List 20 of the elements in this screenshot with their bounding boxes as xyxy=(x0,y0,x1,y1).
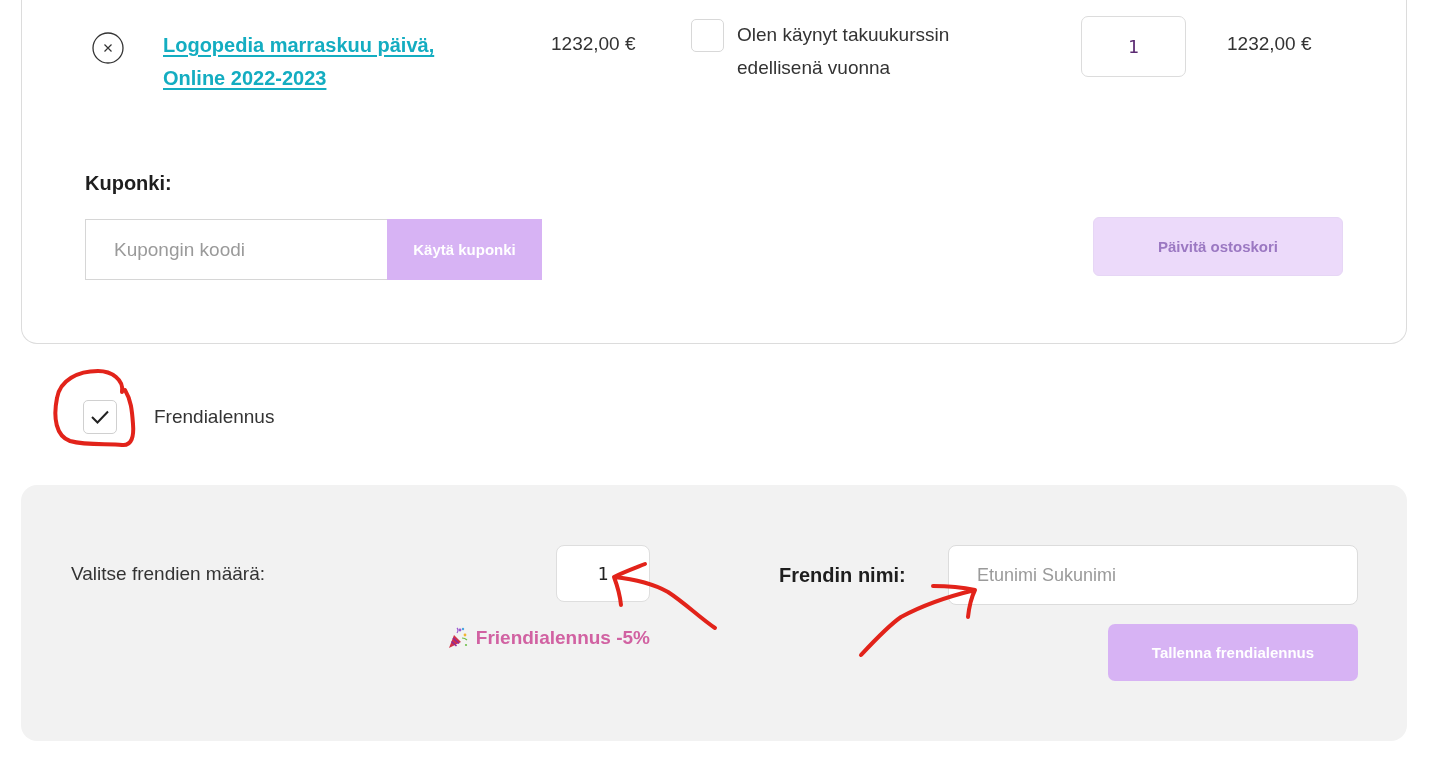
quantity-field[interactable]: 1 xyxy=(1081,16,1186,77)
product-link[interactable]: Logopedia marraskuu päivä, Online 2022-2023 xyxy=(163,29,493,95)
checkbox-label: Olen käynyt takuukurssin edellisenä vuonna xyxy=(737,23,951,80)
friend-name-label: Frendin nimi: xyxy=(779,563,906,587)
checkmark-icon xyxy=(91,410,109,424)
close-icon[interactable] xyxy=(92,32,124,64)
discount-text: Friendialennus -5% xyxy=(475,626,650,650)
friend-count-field[interactable]: 1 xyxy=(556,545,650,602)
checkbox[interactable] xyxy=(83,400,117,434)
party-popper-icon xyxy=(447,627,468,649)
checkbox-label: Frendialennus xyxy=(154,405,275,429)
subtotal-text: 1232,00 € xyxy=(1227,33,1312,54)
friend-name-field[interactable]: Etunimi Sukunimi xyxy=(948,545,1358,605)
checkbox[interactable] xyxy=(691,19,724,52)
coupon-label: Kuponki: xyxy=(85,171,172,196)
apply-coupon-button[interactable]: Käytä kuponki xyxy=(387,219,542,280)
friend-count-label: Valitse frendien määrä: xyxy=(71,562,265,585)
price-text: 1232,00 € xyxy=(551,33,636,54)
coupon-field[interactable]: Kupongin koodi xyxy=(85,219,387,280)
save-friend-discount-button[interactable]: Tallenna frendialennus xyxy=(1108,624,1358,681)
